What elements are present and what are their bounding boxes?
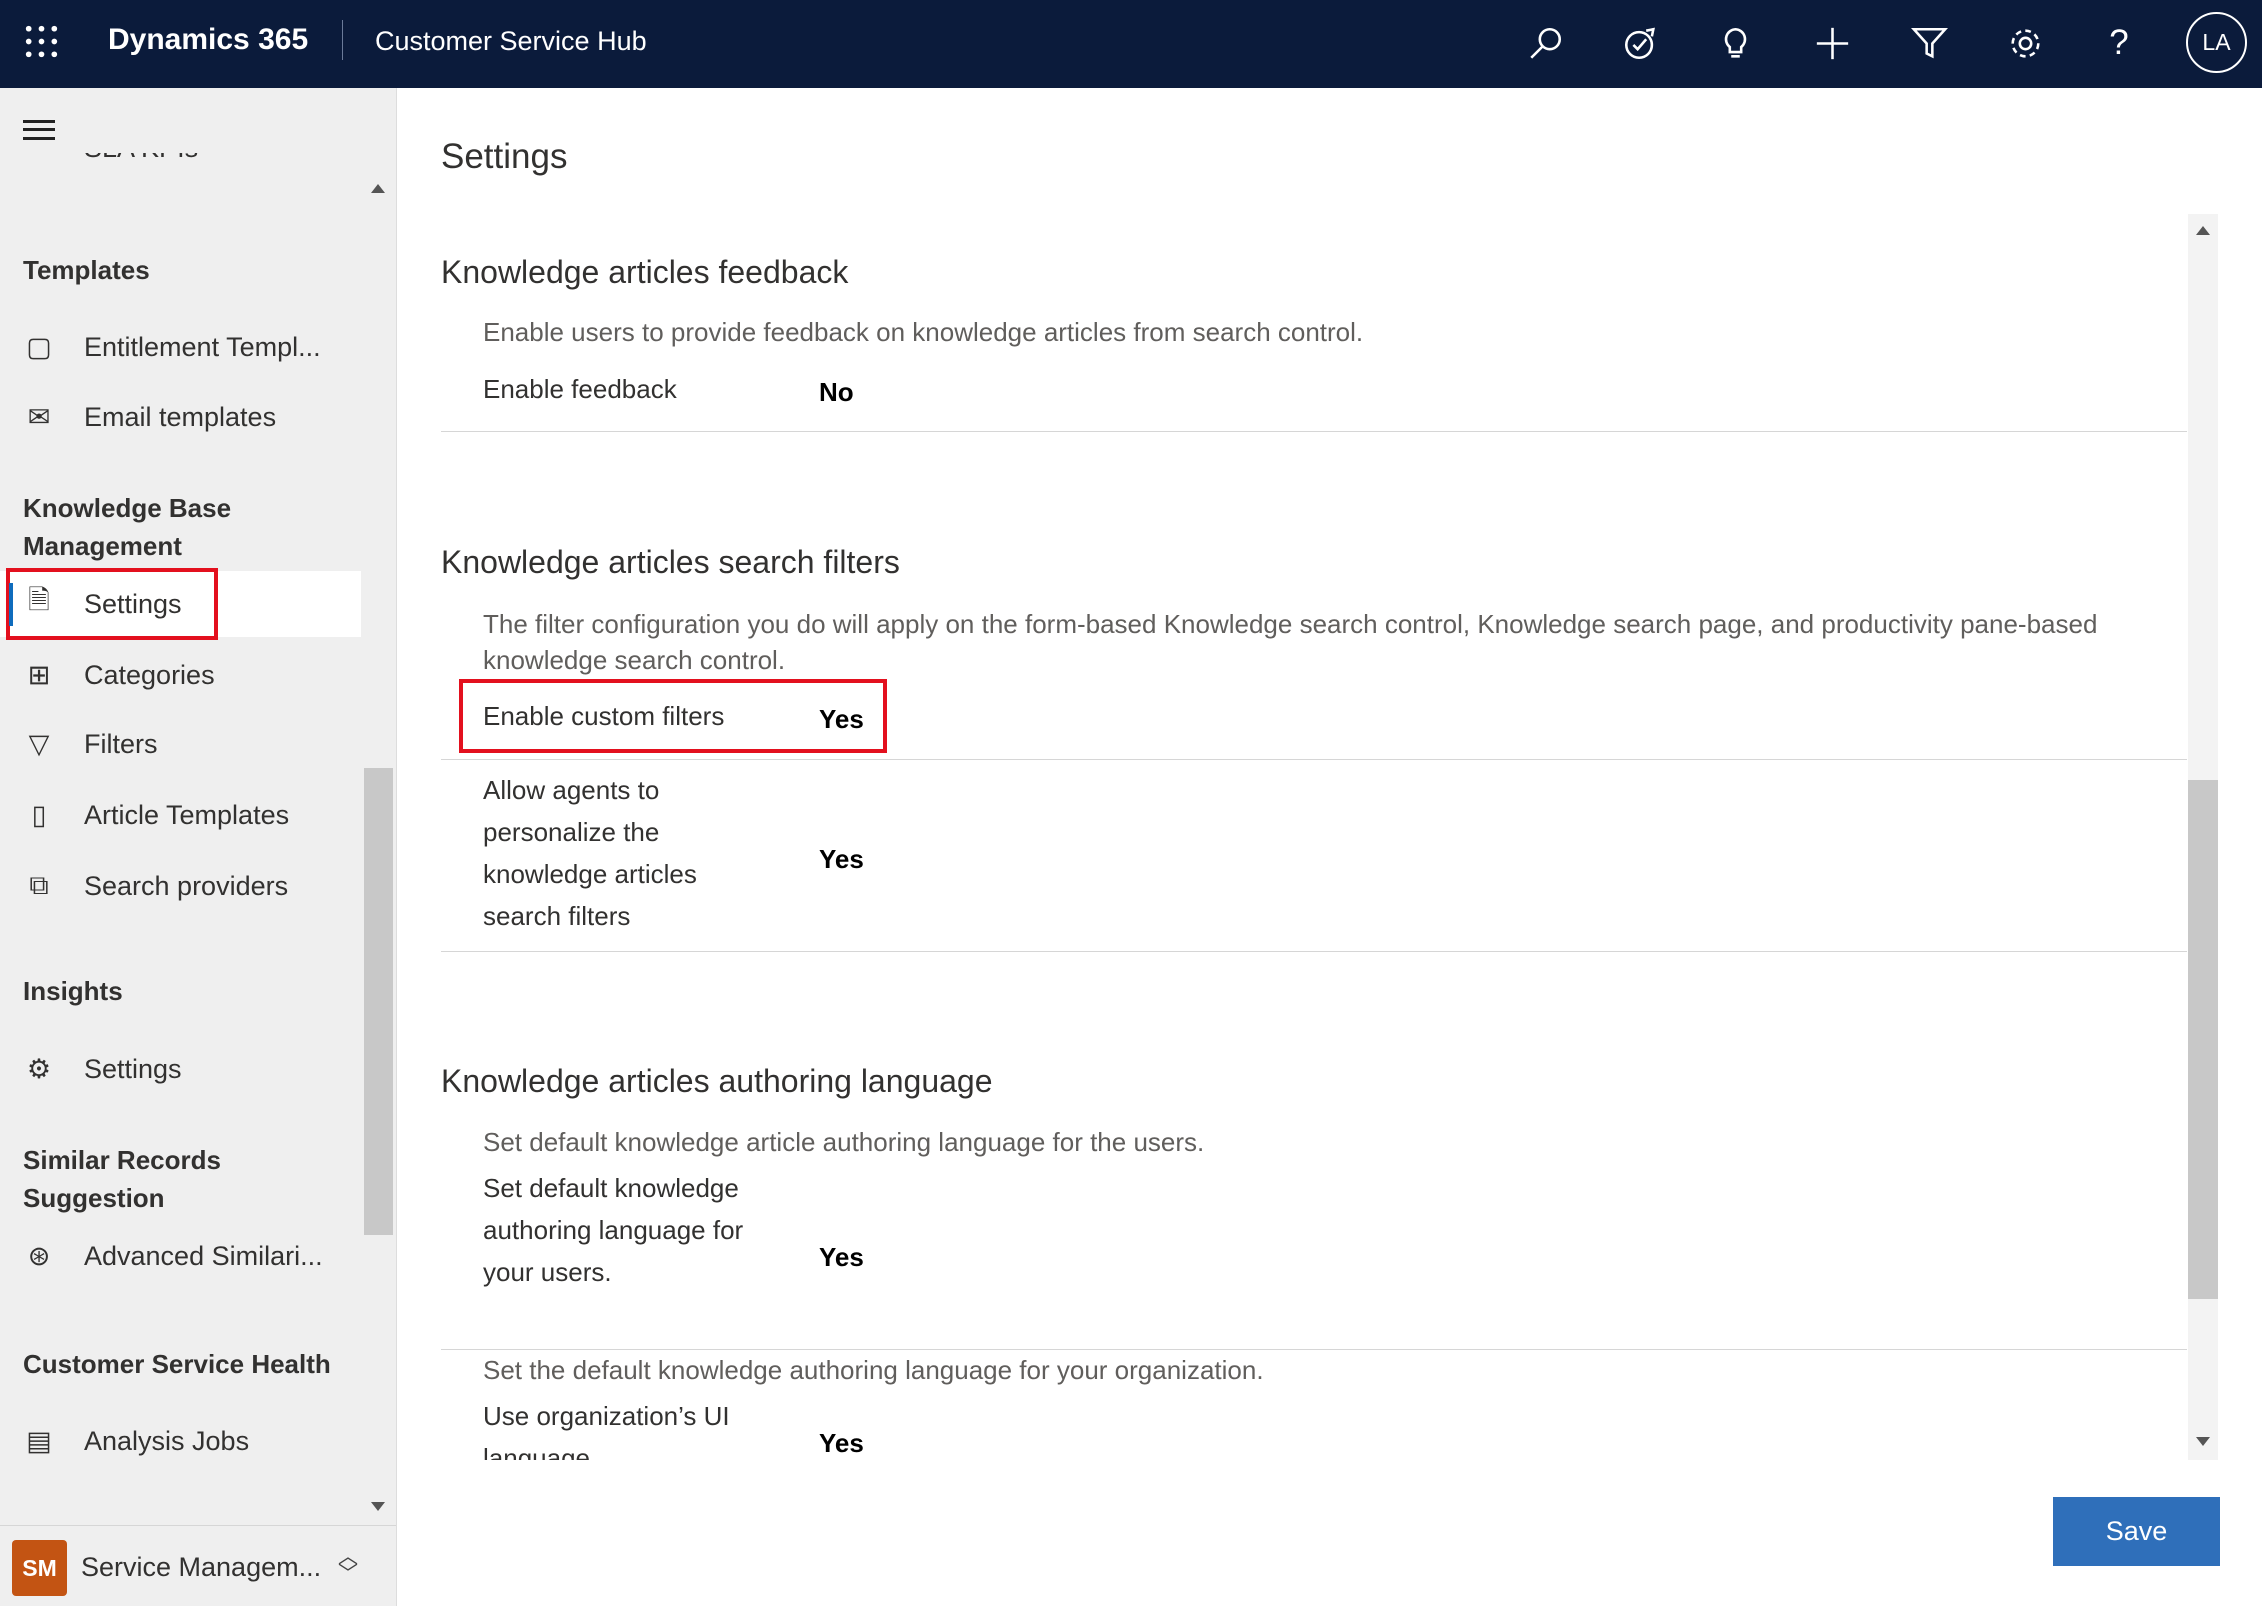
divider: [441, 1349, 2187, 1350]
divider: [441, 759, 2187, 760]
section-description: The filter configuration you do will app…: [483, 609, 2098, 675]
area-badge: SM: [12, 1540, 67, 1596]
field-description: Set the default knowledge authoring lang…: [483, 1355, 1264, 1385]
chevron-up-down-icon: ︿ ﹀: [338, 1546, 358, 1585]
field-label: Set default knowledge authoring language…: [483, 1173, 744, 1287]
hamburger-menu-icon[interactable]: [23, 120, 55, 140]
enable-custom-filters-value[interactable]: Yes: [819, 704, 864, 735]
area-name: Service Managem...: [81, 1552, 322, 1582]
field-label: Allow agents to personalize the knowledg…: [483, 775, 697, 931]
assistant-icon[interactable]: [1617, 20, 1663, 66]
use-org-ui-language-value[interactable]: Yes: [819, 1428, 864, 1459]
gear-icon[interactable]: [2002, 20, 2048, 66]
divider: [441, 431, 2187, 432]
form-scrollbar-thumb[interactable]: [2188, 780, 2218, 1299]
divider: [342, 20, 343, 60]
field-label: Use organization’s UI language: [483, 1401, 730, 1460]
enable-feedback-value[interactable]: No: [819, 377, 854, 408]
section-description: Enable users to provide feedback on know…: [483, 317, 1364, 347]
settings-form: Knowledge articles feedback Enable users…: [0, 214, 2222, 1460]
section-description: Set default knowledge article authoring …: [483, 1127, 1205, 1157]
lightbulb-icon[interactable]: [1712, 20, 1758, 66]
divider: [441, 951, 2187, 952]
help-icon[interactable]: ?: [2096, 20, 2142, 66]
section-title-authoring-language: Knowledge articles authoring language: [441, 1063, 993, 1099]
search-icon[interactable]: [1522, 20, 1568, 66]
field-label: Enable custom filters: [483, 701, 725, 731]
save-button[interactable]: Save: [2053, 1497, 2220, 1566]
section-title-search-filters: Knowledge articles search filters: [441, 544, 900, 580]
default-authoring-language-value[interactable]: Yes: [819, 1242, 864, 1273]
top-navigation-bar: Dynamics 365 Customer Service Hub ? LA: [0, 0, 2262, 88]
scroll-down-arrow-icon[interactable]: [371, 1502, 385, 1511]
section-title-feedback: Knowledge articles feedback: [441, 254, 849, 290]
sidebar-item-cut[interactable]: SLA KPIs: [26, 153, 372, 182]
module-name[interactable]: Customer Service Hub: [375, 26, 647, 57]
app-launcher-waffle-icon[interactable]: [23, 23, 60, 60]
filter-icon[interactable]: [1906, 20, 1952, 66]
allow-personalize-filters-value[interactable]: Yes: [819, 844, 864, 875]
scroll-up-arrow-icon[interactable]: [371, 184, 385, 193]
field-label: Enable feedback: [483, 374, 677, 404]
user-avatar[interactable]: LA: [2186, 12, 2247, 73]
scroll-up-arrow-icon[interactable]: [2196, 226, 2210, 235]
area-switcher[interactable]: SM Service Managem... ︿ ﹀: [0, 1525, 396, 1606]
page-title: Settings: [441, 137, 568, 176]
form-scrollbar[interactable]: [2188, 214, 2218, 1460]
scroll-down-arrow-icon[interactable]: [2196, 1437, 2210, 1446]
new-icon[interactable]: [1809, 20, 1855, 66]
app-name[interactable]: Dynamics 365: [108, 23, 308, 57]
